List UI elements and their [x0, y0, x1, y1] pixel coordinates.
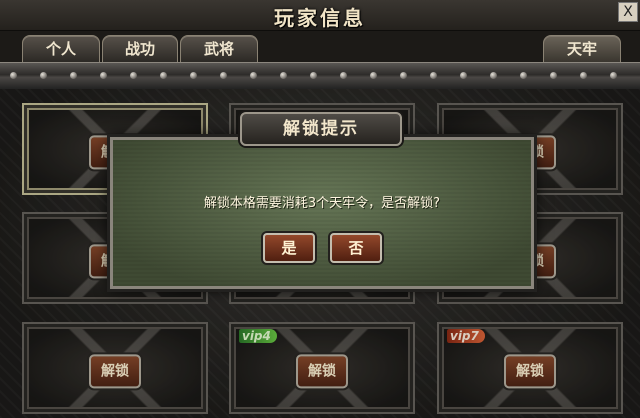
rivet-icon: [400, 72, 407, 79]
rivet-icon: [370, 72, 377, 79]
rivet-icon: [250, 72, 257, 79]
rivet-icon: [550, 72, 557, 79]
rivet-icon: [10, 72, 17, 79]
rivet-icon: [130, 72, 137, 79]
rivet-icon: [310, 72, 317, 79]
rivet-icon: [70, 72, 77, 79]
rivet-icon: [100, 72, 107, 79]
close-button[interactable]: X: [618, 2, 638, 22]
rivet-rail: [0, 62, 640, 90]
dialog-title: 解锁提示: [240, 112, 402, 146]
tab-merit[interactable]: 战功: [102, 35, 178, 62]
title-bar: 玩家信息 X: [0, 0, 640, 31]
rivet-icon: [580, 72, 587, 79]
dialog-message: 解锁本格需要消耗3个天牢令，是否解锁?: [203, 196, 441, 211]
rivet-icon: [610, 72, 617, 79]
rivet-icon: [490, 72, 497, 79]
rivet-icon: [460, 72, 467, 79]
window-title: 玩家信息: [274, 6, 366, 30]
rivet-icon: [160, 72, 167, 79]
cancel-button[interactable]: 否: [330, 233, 382, 263]
tab-generals[interactable]: 武将: [180, 35, 258, 62]
tab-personal[interactable]: 个人: [22, 35, 100, 62]
unlock-dialog: 解锁本格需要消耗3个天牢令，是否解锁? 是 否: [110, 137, 534, 289]
rivet-icon: [520, 72, 527, 79]
rivet-icon: [430, 72, 437, 79]
rivet-icon: [40, 72, 47, 79]
tab-prison[interactable]: 天牢: [543, 35, 621, 62]
confirm-button[interactable]: 是: [263, 233, 315, 263]
rivet-icon: [280, 72, 287, 79]
rivet-icon: [220, 72, 227, 79]
rivet-icon: [190, 72, 197, 79]
rivet-icon: [340, 72, 347, 79]
